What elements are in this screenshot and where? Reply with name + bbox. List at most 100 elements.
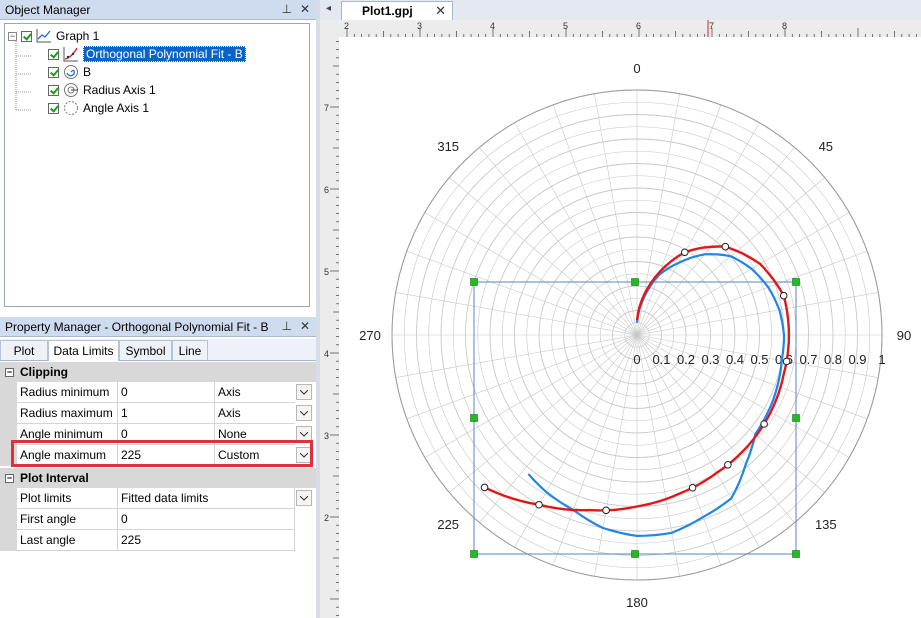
- polar-plot-icon: [64, 65, 78, 79]
- document-tab[interactable]: Plot1.gpj ✕: [341, 1, 453, 20]
- ruler-label: 2: [324, 513, 329, 523]
- angle-tick-label: 270: [359, 328, 381, 343]
- resize-handle[interactable]: [792, 550, 800, 558]
- radius-tick-label: 0.8: [824, 352, 842, 367]
- radius-tick-label: 0.7: [799, 352, 817, 367]
- close-icon[interactable]: ✕: [435, 3, 446, 19]
- chevron-down-icon[interactable]: [296, 384, 312, 400]
- ruler-label: 6: [636, 21, 641, 31]
- ruler-label: 4: [324, 349, 329, 359]
- tab-symbol[interactable]: Symbol: [119, 340, 172, 360]
- resize-handle[interactable]: [470, 278, 478, 286]
- property-value-field[interactable]: 1: [118, 403, 215, 424]
- resize-handle[interactable]: [470, 414, 478, 422]
- property-value-select[interactable]: Fitted data limits: [118, 488, 295, 509]
- tree-item-label: Orthogonal Polynomial Fit - B: [83, 46, 246, 62]
- fit-marker-point: [480, 483, 489, 492]
- fit-curve-icon: [63, 47, 78, 62]
- angle-tick-label: 225: [437, 517, 459, 532]
- property-label: Last angle: [17, 530, 118, 551]
- angle-gridline: [636, 212, 850, 336]
- ruler-label: 7: [709, 21, 714, 31]
- angle-axis-icon: [64, 101, 78, 115]
- visibility-checkbox[interactable]: [48, 48, 59, 60]
- chevron-down-icon[interactable]: [296, 490, 312, 506]
- angle-gridline: [449, 334, 638, 493]
- angle-tick-label: 90: [897, 328, 911, 343]
- fit-marker-point: [721, 242, 730, 251]
- tab-data-limits[interactable]: Data Limits: [48, 340, 119, 361]
- resize-handle[interactable]: [792, 278, 800, 286]
- ruler-label: 3: [417, 21, 422, 31]
- fit-marker-point: [782, 357, 791, 366]
- tree-item-angle-axis[interactable]: Angle Axis 1: [48, 99, 149, 117]
- angle-gridline: [449, 177, 638, 336]
- fit-marker-point: [760, 420, 768, 428]
- property-value-field[interactable]: 0: [118, 509, 295, 530]
- angle-gridline: [479, 147, 638, 336]
- pin-icon[interactable]: ⊥: [281, 319, 291, 333]
- scroll-left-icon[interactable]: ◂: [326, 3, 331, 14]
- property-grid: − Clipping Radius minimum 0 Axis Radius …: [0, 362, 316, 618]
- data-series-line: [527, 253, 786, 537]
- property-manager-title-bar: Property Manager - Orthogonal Polynomial…: [0, 317, 316, 337]
- object-tree: − Graph 1 Orthogonal Polynomial Fit - B …: [4, 23, 310, 307]
- category-clipping[interactable]: − Clipping: [0, 362, 316, 382]
- visibility-checkbox[interactable]: [48, 66, 59, 78]
- fit-marker-point: [779, 291, 788, 300]
- ruler-label: 8: [782, 21, 787, 31]
- close-icon[interactable]: ✕: [300, 319, 310, 333]
- property-mode-select[interactable]: Axis: [215, 382, 295, 403]
- property-row-plot-limits: Plot limits Fitted data limits: [0, 488, 316, 509]
- property-label: Radius minimum: [17, 382, 118, 403]
- property-label: Radius maximum: [17, 403, 118, 424]
- property-value-field[interactable]: 225: [118, 530, 295, 551]
- resize-handle[interactable]: [631, 278, 639, 286]
- property-mode-select[interactable]: Axis: [215, 403, 295, 424]
- angle-tick-label: 135: [815, 517, 837, 532]
- tree-item-label: Angle Axis 1: [83, 101, 150, 115]
- property-label: First angle: [17, 509, 118, 530]
- tab-line[interactable]: Line: [172, 340, 208, 360]
- category-plot-interval[interactable]: − Plot Interval: [0, 468, 316, 488]
- radius-tick-label: 0.9: [848, 352, 866, 367]
- fit-marker-point: [680, 248, 689, 257]
- close-icon[interactable]: ✕: [300, 2, 310, 16]
- ruler-label: 7: [324, 103, 329, 113]
- angle-gridline: [594, 334, 638, 577]
- angle-gridline: [636, 147, 795, 336]
- resize-handle[interactable]: [792, 414, 800, 422]
- property-label: Plot limits: [17, 488, 118, 509]
- resize-handle[interactable]: [631, 550, 639, 558]
- visibility-checkbox[interactable]: [21, 30, 32, 42]
- collapse-icon[interactable]: −: [5, 474, 14, 483]
- ruler-label: 5: [563, 21, 568, 31]
- property-value-field[interactable]: 0: [118, 382, 215, 403]
- radius-tick-label: 1: [878, 352, 885, 367]
- radius-tick-label: 0.4: [726, 352, 744, 367]
- tree-item-graph[interactable]: − Graph 1: [8, 27, 99, 45]
- ruler-label: 4: [490, 21, 495, 31]
- tree-item-fit[interactable]: Orthogonal Polynomial Fit - B: [48, 45, 246, 63]
- angle-gridline: [594, 93, 638, 336]
- chevron-down-icon[interactable]: [296, 405, 312, 421]
- visibility-checkbox[interactable]: [48, 102, 59, 114]
- tree-item-plot-b[interactable]: B: [48, 63, 91, 81]
- property-tabs: Plot Data Limits Symbol Line: [0, 339, 316, 361]
- collapse-icon[interactable]: −: [5, 368, 14, 377]
- plot-canvas[interactable]: 0459013518022527031500.10.20.30.40.50.60…: [339, 37, 921, 618]
- angle-gridline: [514, 122, 638, 336]
- vertical-ruler-ticks: 7 6 5 4 3 2: [324, 41, 339, 616]
- highlight-box: [11, 440, 313, 467]
- ruler-label: 6: [324, 185, 329, 195]
- tree-item-radius-axis[interactable]: Radius Axis 1: [48, 81, 156, 99]
- pin-icon[interactable]: ⊥: [281, 2, 291, 16]
- collapse-icon[interactable]: −: [8, 31, 17, 41]
- visibility-checkbox[interactable]: [48, 84, 59, 96]
- resize-handle[interactable]: [470, 550, 478, 558]
- fit-marker-point: [688, 483, 697, 492]
- tab-plot[interactable]: Plot: [0, 340, 48, 360]
- angle-gridline: [424, 212, 638, 336]
- fit-marker-point: [602, 506, 610, 515]
- polar-chart[interactable]: 0459013518022527031500.10.20.30.40.50.60…: [339, 37, 921, 618]
